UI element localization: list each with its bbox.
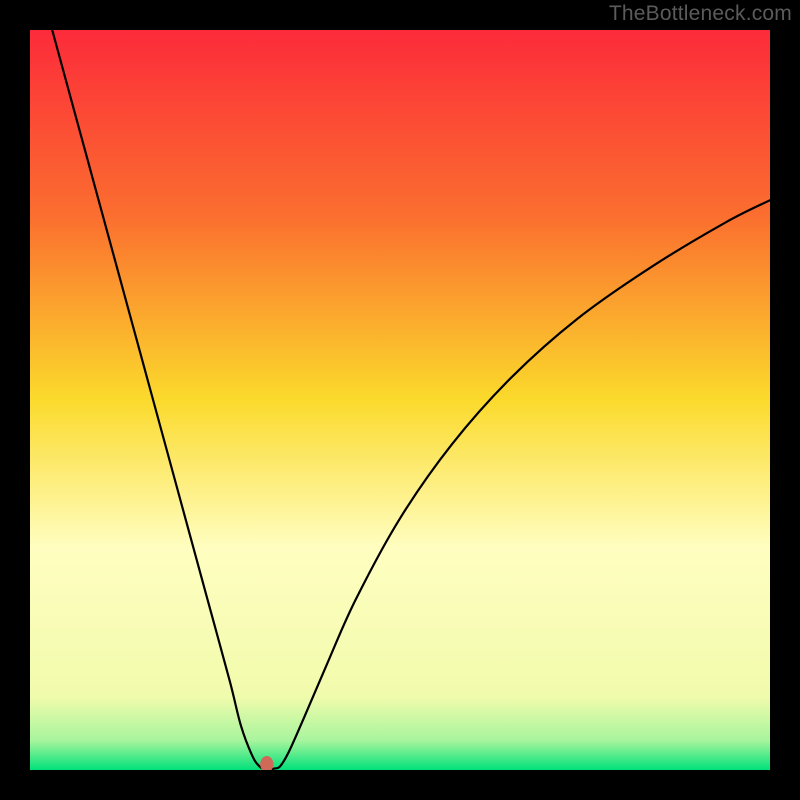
plot-area: [30, 30, 770, 770]
gradient-background: [30, 30, 770, 770]
watermark-label: TheBottleneck.com: [609, 2, 792, 26]
chart-frame: TheBottleneck.com: [0, 0, 800, 800]
plot-svg: [30, 30, 770, 770]
